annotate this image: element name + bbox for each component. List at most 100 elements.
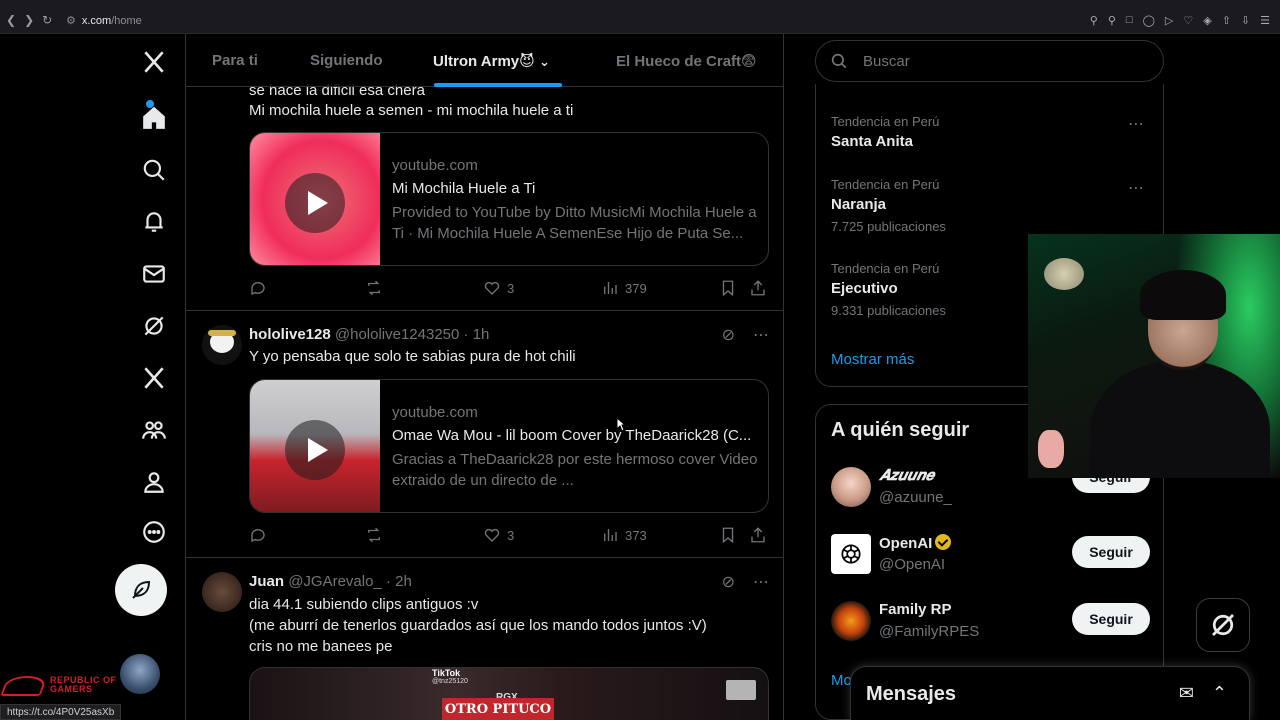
suggestion-avatar[interactable] — [831, 467, 871, 507]
reload-icon[interactable]: ↻ — [42, 13, 52, 27]
bookmark-button[interactable] — [719, 526, 737, 544]
more-options-icon[interactable]: ⋯ — [1128, 114, 1145, 134]
premium-x-icon[interactable] — [140, 364, 168, 392]
tweet-author-name[interactable]: Juan — [249, 573, 284, 590]
play-icon[interactable]: ▷ — [1165, 14, 1173, 27]
tab-para-ti[interactable]: Para ti — [212, 52, 258, 69]
messages-drawer[interactable]: Mensajes ✉ ⌃ — [850, 666, 1250, 720]
show-more-link[interactable]: Mo — [831, 672, 852, 689]
grok-icon[interactable]: ⊘ — [722, 572, 735, 592]
follow-button[interactable]: Seguir — [1072, 536, 1150, 568]
tweet-avatar[interactable] — [202, 572, 242, 612]
search-input[interactable]: Buscar — [863, 53, 910, 70]
repost-button[interactable] — [365, 279, 383, 297]
notifications-icon[interactable] — [140, 208, 168, 236]
pin-icon[interactable]: ⚲ — [1108, 14, 1116, 27]
back-icon[interactable]: ❮ — [6, 13, 16, 27]
tweet-text-line: dia 44.1 subiendo clips antiguos :v — [249, 596, 479, 613]
suggestion-name: 𝑨𝒛𝒖𝒖𝒏𝒆 — [879, 467, 935, 484]
trend-item[interactable]: Tendencia en Perú Santa Anita — [831, 114, 939, 150]
timeline-tabs: Para ti Siguiendo Ultron Army😈 ⌄ El Huec… — [186, 34, 783, 87]
tweet-time[interactable]: · 2h — [386, 573, 412, 590]
show-more-link[interactable]: Mostrar más — [831, 351, 914, 368]
tab-siguiendo[interactable]: Siguiendo — [310, 52, 383, 69]
address-bar[interactable]: ⚙ x.com/home — [66, 14, 142, 27]
like-button[interactable]: 3 — [483, 279, 514, 297]
views-button[interactable]: 379 — [601, 279, 647, 297]
share-button[interactable] — [749, 526, 767, 544]
views-count: 379 — [625, 280, 647, 296]
home-icon[interactable] — [140, 104, 168, 132]
heart-icon — [484, 281, 500, 295]
views-button[interactable]: 373 — [601, 526, 647, 544]
more-options-icon[interactable]: ⋯ — [753, 572, 769, 592]
more-options-icon[interactable]: ⋯ — [753, 325, 769, 345]
tab-ultron-army[interactable]: Ultron Army😈 ⌄ — [433, 52, 550, 70]
link-card[interactable]: youtube.com Omae Wa Mou - lil boom Cover… — [249, 379, 769, 513]
tweet-author-handle[interactable]: @hololive1243250 — [335, 326, 460, 343]
messages-icon[interactable] — [140, 260, 168, 288]
follow-suggestion[interactable]: OpenAI @OpenAI Seguir — [831, 534, 1151, 576]
bookmark-button[interactable] — [719, 279, 737, 297]
video-media[interactable]: TikTok @tnz25120 RGX OTRO PITUCO — [249, 667, 769, 720]
new-message-icon[interactable]: ✉ — [1179, 683, 1194, 704]
tab-el-hueco-de-craft[interactable]: El Hueco de Craft😨 — [616, 52, 757, 70]
post-button[interactable] — [115, 564, 167, 616]
browser-toolbar: ❮ ❯ ↻ ⚙ x.com/home ⚲ ⚲ □ ◯ ▷ ♡ ◈ ⇧ ⇩ ☰ — [0, 0, 1280, 34]
extensions-icon[interactable]: ◈ — [1203, 14, 1211, 27]
tweet-author-name[interactable]: hololive128 — [249, 326, 331, 343]
tweet-text-line: Mi mochila huele a semen - mi mochila hu… — [249, 102, 574, 119]
more-options-icon[interactable]: ⋯ — [1128, 178, 1145, 198]
like-button[interactable]: 3 — [483, 526, 514, 544]
menu-icon[interactable]: ☰ — [1260, 14, 1270, 27]
share-icon[interactable]: ⇧ — [1222, 14, 1231, 27]
messages-title: Mensajes — [866, 683, 957, 705]
search-box[interactable]: Buscar — [815, 40, 1164, 82]
tweet[interactable]: se hace la dificil esa chera Mi mochila … — [186, 74, 783, 311]
card-title: Omae Wa Mou - lil boom Cover by TheDaari… — [392, 427, 752, 444]
trend-name: Santa Anita — [831, 133, 913, 150]
openai-avatar[interactable] — [831, 534, 871, 574]
share-button[interactable] — [749, 279, 767, 297]
tweet-avatar[interactable] — [202, 325, 242, 365]
repost-button[interactable] — [365, 526, 383, 544]
tab-icon[interactable]: □ — [1126, 14, 1133, 27]
download-icon[interactable]: ⇩ — [1241, 14, 1250, 27]
link-card[interactable]: youtube.com Mi Mochila Huele a Ti Provid… — [249, 132, 769, 266]
grok-floating-button[interactable] — [1196, 598, 1250, 652]
tweet-author-handle[interactable]: @JGArevalo_ — [288, 573, 382, 590]
follow-suggestion[interactable]: Family RP @FamilyRPES Seguir — [831, 601, 1151, 643]
more-icon[interactable] — [140, 518, 168, 546]
reply-button[interactable] — [249, 526, 267, 544]
media-caption: OTRO PITUCO — [442, 698, 554, 720]
explore-icon[interactable] — [140, 156, 168, 184]
download-icon[interactable] — [726, 680, 756, 700]
status-bar-url: https://t.co/4P0V25asXb — [0, 704, 122, 720]
x-logo-icon[interactable] — [140, 48, 168, 76]
card-description: Gracias a TheDaarick28 por este hermoso … — [392, 451, 758, 489]
trend-item[interactable]: Tendencia en Perú Naranja 7.725 publicac… — [831, 177, 946, 234]
trend-item[interactable]: Tendencia en Perú Ejecutivo 9.331 public… — [831, 261, 946, 318]
tweet-time[interactable]: · 1h — [464, 326, 490, 343]
views-icon — [604, 282, 617, 294]
follow-button[interactable]: Seguir — [1072, 603, 1150, 635]
profile-icon[interactable] — [140, 468, 168, 496]
suggestion-name: OpenAI — [879, 534, 952, 552]
card-description: Provided to YouTube by Ditto MusicMi Moc… — [392, 204, 757, 242]
heart-icon[interactable]: ♡ — [1183, 14, 1193, 27]
play-icon — [285, 420, 345, 480]
zoom-icon[interactable]: ⚲ — [1090, 14, 1098, 27]
shield-icon[interactable]: ◯ — [1143, 14, 1155, 27]
forward-icon[interactable]: ❯ — [24, 13, 34, 27]
reply-button[interactable] — [249, 279, 267, 297]
communities-icon[interactable] — [140, 416, 168, 444]
suggestion-avatar[interactable] — [831, 601, 871, 641]
grok-icon[interactable]: ⊘ — [722, 325, 735, 345]
tweet[interactable]: Juan @JGArevalo_ · 2h ⊘ ⋯ dia 44.1 subie… — [186, 558, 783, 720]
tweet[interactable]: hololive128 @hololive1243250 · 1h ⊘ ⋯ Y … — [186, 311, 783, 558]
share-icon — [751, 280, 765, 296]
site-settings-icon[interactable]: ⚙ — [66, 15, 76, 27]
chevron-down-icon[interactable]: ⌄ — [539, 54, 550, 69]
grok-icon[interactable] — [140, 312, 168, 340]
expand-icon[interactable]: ⌃ — [1212, 683, 1227, 704]
